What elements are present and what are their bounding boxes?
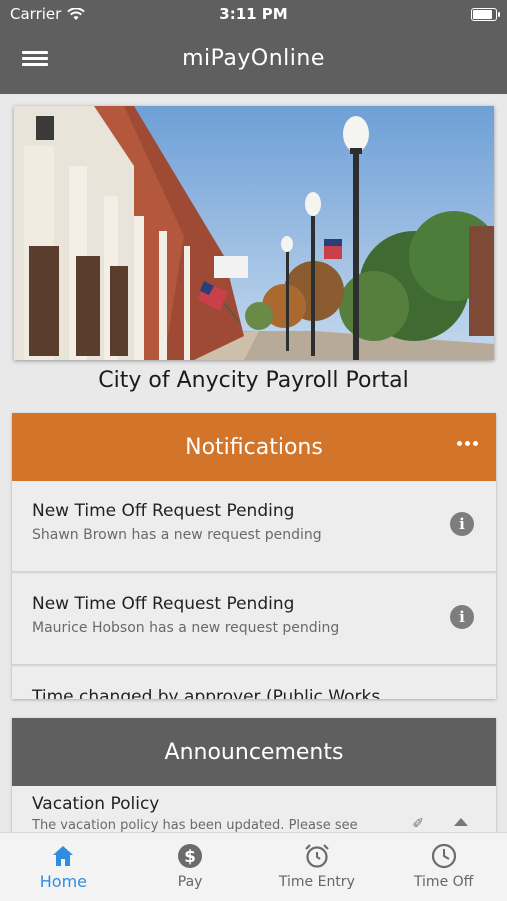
home-icon — [53, 846, 74, 866]
dollar-icon: $ — [178, 844, 203, 868]
tab-pay[interactable]: $ Pay — [127, 833, 254, 901]
portal-title: City of Anycity Payroll Portal — [98, 368, 409, 393]
tab-label: Time Entry — [278, 874, 355, 890]
collapse-icon[interactable] — [454, 818, 468, 826]
notification-title: New Time Off Request Pending — [32, 501, 295, 521]
announcements-header: Announcements — [12, 718, 496, 786]
attachment-icon: ✐ — [412, 816, 424, 832]
announcements-title: Announcements — [164, 739, 344, 765]
clock-icon — [431, 843, 456, 869]
more-options-icon[interactable] — [457, 441, 478, 446]
notification-item[interactable]: New Time Off Request Pending Maurice Hob… — [12, 574, 496, 665]
notification-item[interactable]: Time changed by approver (Public Works — [12, 667, 496, 699]
info-icon[interactable]: i — [450, 605, 474, 629]
notification-item[interactable]: New Time Off Request Pending Shawn Brown… — [12, 481, 496, 572]
notifications-card: Notifications New Time Off Request Pendi… — [12, 413, 496, 699]
notification-subtitle: Maurice Hobson has a new request pending — [32, 620, 340, 636]
info-icon[interactable]: i — [450, 512, 474, 536]
notifications-header: Notifications — [12, 413, 496, 481]
status-time: 3:11 PM — [219, 5, 288, 23]
notification-title: Time changed by approver (Public Works — [32, 687, 381, 699]
notification-title: New Time Off Request Pending — [32, 594, 295, 614]
status-bar: Carrier 3:11 PM — [0, 0, 507, 28]
tab-time-entry[interactable]: Time Entry — [254, 833, 381, 901]
app-title: miPayOnline — [182, 46, 325, 71]
svg-text:$: $ — [184, 847, 196, 867]
tab-home[interactable]: Home — [0, 833, 127, 901]
tab-label: Pay — [177, 874, 203, 890]
announcement-subtitle: The vacation policy has been updated. Pl… — [32, 818, 358, 832]
notification-subtitle: Shawn Brown has a new request pending — [32, 527, 322, 543]
announcement-title: Vacation Policy — [32, 794, 160, 814]
hero-image — [14, 106, 494, 360]
announcement-item[interactable]: Vacation Policy The vacation policy has … — [12, 786, 496, 832]
alarm-clock-icon — [305, 844, 329, 868]
tab-time-off[interactable]: Time Off — [380, 833, 507, 901]
tab-label: Home — [39, 872, 87, 891]
notifications-title: Notifications — [185, 434, 323, 460]
tab-label: Time Off — [413, 874, 474, 890]
app-header: miPayOnline — [0, 28, 507, 94]
announcements-card: Announcements Vacation Policy The vacati… — [12, 718, 496, 832]
battery-icon — [471, 8, 500, 21]
tab-bar: Home $ Pay Time Entry Time Off — [0, 832, 507, 901]
